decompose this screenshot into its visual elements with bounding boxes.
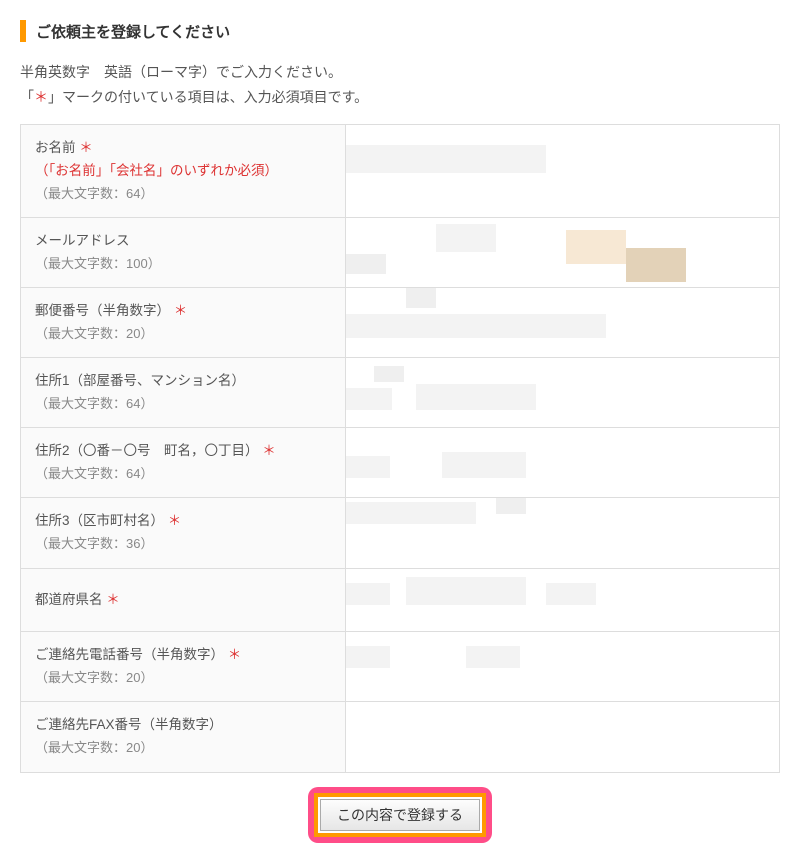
required-star-icon: ＊ — [79, 140, 93, 155]
redacted-content — [546, 583, 596, 605]
field-value[interactable] — [346, 702, 779, 771]
field-row-postal: 郵便番号（半角数字） ＊ （最大文字数：20） — [21, 288, 779, 358]
field-value[interactable] — [346, 632, 779, 701]
redacted-content — [496, 498, 526, 514]
field-label: 郵便番号（半角数字） ＊ （最大文字数：20） — [21, 288, 346, 357]
field-row-address1: 住所1（部屋番号、マンション名） （最大文字数：64） — [21, 358, 779, 428]
required-star-icon: ＊ — [34, 89, 48, 105]
field-label: 住所2（〇番－〇号 町名，〇丁目） ＊ （最大文字数：64） — [21, 428, 346, 497]
redacted-content — [346, 254, 386, 274]
redacted-content — [406, 288, 436, 308]
redacted-content — [346, 388, 392, 410]
field-row-email: メールアドレス （最大文字数：100） — [21, 218, 779, 288]
redacted-content — [346, 145, 546, 173]
field-label: 都道府県名 ＊ — [21, 569, 346, 632]
heading-text: ご依頼主を登録してください — [36, 21, 230, 42]
instructions: 半角英数字 英語（ローマ字）でご入力ください。 「＊」マークの付いている項目は、… — [20, 60, 780, 110]
redacted-content — [346, 583, 390, 605]
submit-border: この内容で登録する — [314, 793, 486, 837]
instruction-line-2: 「＊」マークの付いている項目は、入力必須項目です。 — [20, 85, 780, 110]
required-star-icon: ＊ — [228, 647, 242, 662]
field-row-name: お名前 ＊（「お名前」「会社名」のいずれか必須） （最大文字数：64） — [21, 125, 779, 218]
field-value[interactable] — [346, 569, 779, 632]
field-value[interactable] — [346, 288, 779, 357]
submit-button[interactable]: この内容で登録する — [320, 799, 480, 831]
heading-accent-bar — [20, 20, 26, 42]
required-star-icon: ＊ — [168, 513, 182, 528]
field-label: ご連絡先FAX番号（半角数字） （最大文字数：20） — [21, 702, 346, 771]
submit-area: この内容で登録する — [20, 787, 780, 843]
redacted-content — [346, 502, 476, 524]
field-label: ご連絡先電話番号（半角数字） ＊ （最大文字数：20） — [21, 632, 346, 701]
redacted-content — [416, 384, 536, 410]
required-star-icon: ＊ — [174, 303, 188, 318]
section-heading: ご依頼主を登録してください — [20, 20, 780, 42]
field-row-address3: 住所3（区市町村名） ＊ （最大文字数：36） — [21, 498, 779, 568]
submit-highlight: この内容で登録する — [308, 787, 492, 843]
field-label: 住所3（区市町村名） ＊ （最大文字数：36） — [21, 498, 346, 567]
field-value[interactable] — [346, 125, 779, 217]
field-row-phone: ご連絡先電話番号（半角数字） ＊ （最大文字数：20） — [21, 632, 779, 702]
redacted-content — [566, 230, 626, 264]
redacted-content — [442, 452, 526, 478]
redacted-content — [374, 366, 404, 382]
field-label: メールアドレス （最大文字数：100） — [21, 218, 346, 287]
instruction-line-1: 半角英数字 英語（ローマ字）でご入力ください。 — [20, 60, 780, 85]
field-value[interactable] — [346, 498, 779, 567]
field-row-fax: ご連絡先FAX番号（半角数字） （最大文字数：20） — [21, 702, 779, 771]
redacted-content — [346, 456, 390, 478]
field-row-address2: 住所2（〇番－〇号 町名，〇丁目） ＊ （最大文字数：64） — [21, 428, 779, 498]
redacted-content — [436, 224, 496, 252]
required-star-icon: ＊ — [106, 592, 120, 607]
redacted-content — [406, 577, 526, 605]
redacted-content — [346, 314, 606, 338]
redacted-content — [626, 248, 686, 282]
field-value[interactable] — [346, 218, 779, 287]
redacted-content — [346, 646, 390, 668]
field-label: 住所1（部屋番号、マンション名） （最大文字数：64） — [21, 358, 346, 427]
redacted-content — [466, 646, 520, 668]
field-value[interactable] — [346, 358, 779, 427]
field-value[interactable] — [346, 428, 779, 497]
field-row-prefecture: 都道府県名 ＊ — [21, 569, 779, 633]
required-star-icon: ＊ — [262, 443, 276, 458]
form-table: お名前 ＊（「お名前」「会社名」のいずれか必須） （最大文字数：64） メールア… — [20, 124, 780, 772]
field-label: お名前 ＊（「お名前」「会社名」のいずれか必須） （最大文字数：64） — [21, 125, 346, 217]
